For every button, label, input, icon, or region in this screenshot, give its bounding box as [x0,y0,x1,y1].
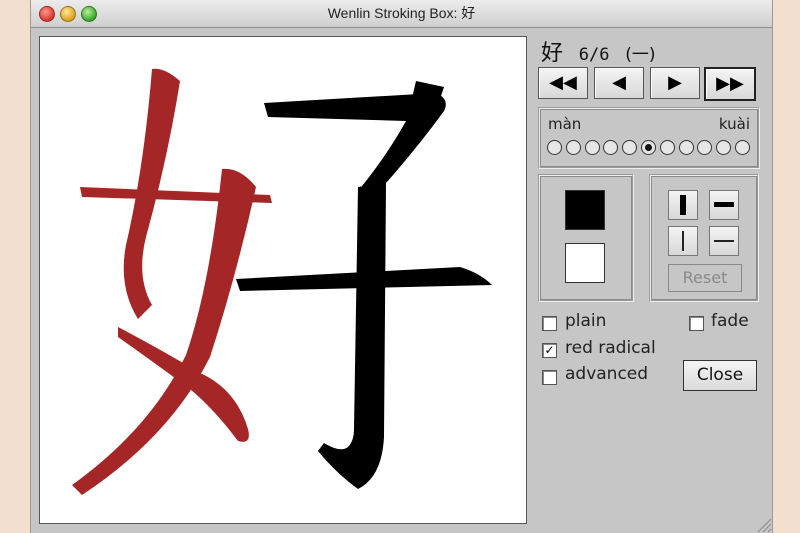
advanced-label: advanced [565,364,649,384]
fast-forward-icon: ▶▶ [716,73,744,94]
plain-checkbox[interactable] [542,316,557,331]
prev-stroke-button[interactable]: ◀ [594,67,644,99]
stroke-navigation: ◀◀ ◀ ▶ ▶▶ [538,67,756,101]
thin-horizontal-button[interactable] [709,226,739,256]
speed-radio-6[interactable] [659,140,675,155]
stroke-canvas[interactable] [39,36,527,524]
speed-radio-3[interactable] [603,140,619,155]
thin-vertical-button[interactable] [668,226,698,256]
thick-vertical-icon [680,195,686,215]
character-header: 好 6/6 (一) [541,35,655,67]
resize-grip-icon[interactable] [754,515,772,533]
fade-checkbox[interactable] [689,316,704,331]
other-strokes [236,81,492,489]
plain-label: plain [565,311,607,331]
radical-label: (一) [625,45,656,65]
speed-radio-5[interactable] [641,140,656,155]
next-stroke-button[interactable]: ▶ [650,67,700,99]
stroking-box-window: Wenlin Stroking Box: 好 好 6/6 (一) ◀◀ ◀ ▶ … [30,0,773,533]
first-stroke-button[interactable]: ◀◀ [538,67,588,99]
speed-radio-0[interactable] [547,140,562,155]
last-stroke-button[interactable]: ▶▶ [704,67,756,101]
thin-vertical-icon [682,231,684,251]
speed-slow-label: màn [548,115,582,133]
stroke-6 [318,183,386,489]
header-character: 好 [541,41,564,66]
thick-horizontal-button[interactable] [709,190,739,220]
rewind-icon: ◀◀ [549,72,577,93]
red-radical-label: red radical [565,338,656,358]
thick-vertical-button[interactable] [668,190,698,220]
speed-radio-1[interactable] [565,140,581,155]
speed-radio-10[interactable] [735,140,750,155]
speed-radio-8[interactable] [697,140,713,155]
close-button[interactable]: Close [683,360,757,391]
speed-fast-label: kuài [718,115,750,133]
speed-radio-9[interactable] [716,140,732,155]
red-radical-checkbox[interactable]: ✓ [542,343,557,358]
speed-control: màn kuài [538,107,760,169]
title-bar[interactable]: Wenlin Stroking Box: 好 [31,0,772,28]
background-color-swatch[interactable] [565,243,605,283]
prev-icon: ◀ [612,72,626,93]
next-icon: ▶ [668,72,682,93]
foreground-color-swatch[interactable] [565,190,605,230]
advanced-checkbox[interactable] [542,370,557,385]
thin-horizontal-icon [714,240,734,242]
window-title: Wenlin Stroking Box: 好 [327,5,476,21]
speed-radio-4[interactable] [622,140,638,155]
character-drawing [72,68,492,495]
stroke-count: 6/6 [578,45,610,65]
speed-radio-2[interactable] [584,140,600,155]
reset-button[interactable]: Reset [668,264,742,292]
fade-label: fade [711,311,749,331]
thick-horizontal-icon [714,202,734,207]
speed-radio-7[interactable] [678,140,694,155]
radical-stroke-2 [72,168,256,495]
